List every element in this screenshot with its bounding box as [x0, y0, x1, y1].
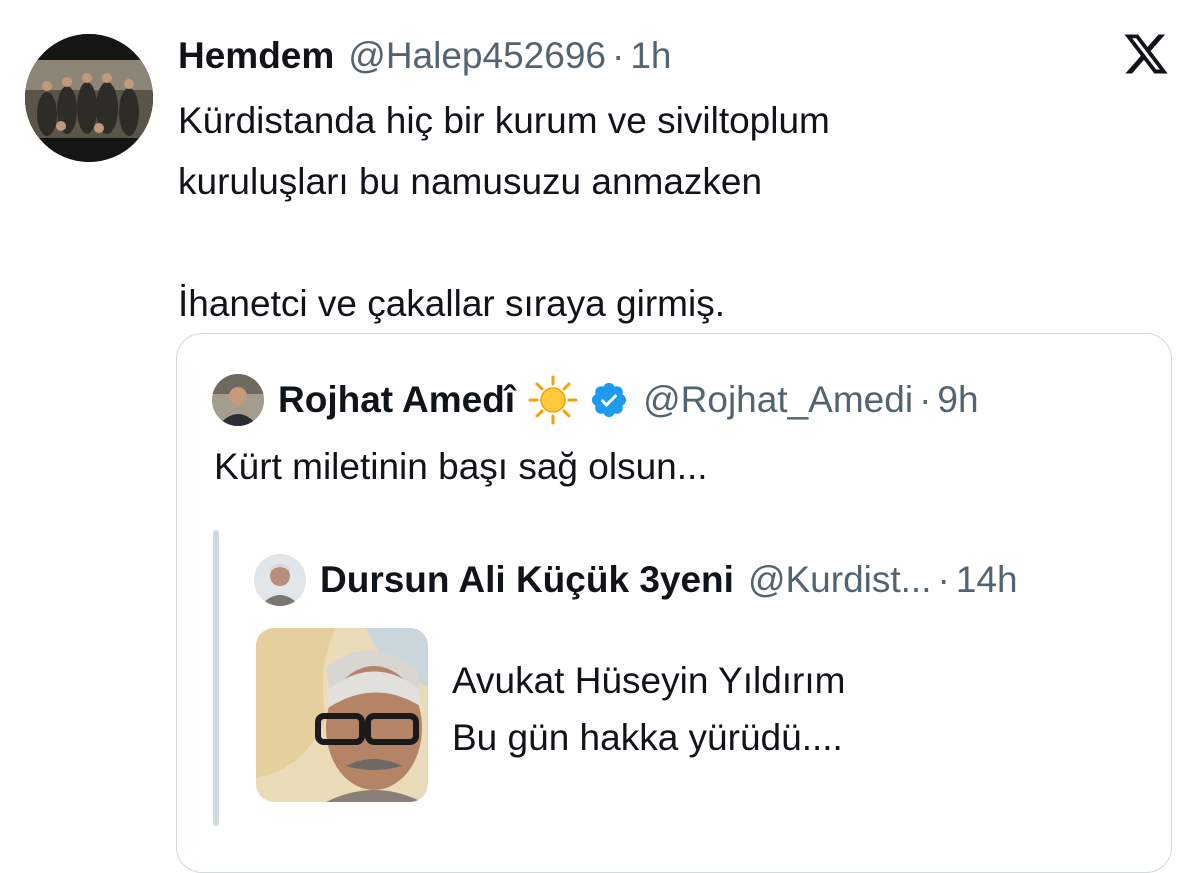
separator-dot: ·	[919, 379, 932, 420]
tweet-time[interactable]: 1h	[630, 35, 671, 77]
verified-badge-icon	[592, 382, 627, 418]
author-name[interactable]: Hemdem	[178, 35, 334, 77]
tweet-text-line	[178, 212, 1138, 273]
person-photo-image	[212, 374, 264, 426]
group-photo-image	[25, 34, 153, 162]
sun-emoji-icon	[528, 375, 578, 425]
quoted-author-name[interactable]: Rojhat Amedî	[278, 379, 515, 421]
tweet-text-line: İhanetci ve çakallar sıraya girmiş.	[178, 283, 725, 324]
person-photo-image	[254, 554, 306, 606]
quoted-tweet-header: Rojhat Amedî @Rojhat_Amedi · 9h	[212, 372, 979, 428]
tweet-text-line: Kürdistanda hiç bir kurum ve siviltoplum	[178, 100, 830, 141]
nested-text-line: Avukat Hüseyin Yıldırım	[452, 660, 846, 701]
thread-line	[213, 530, 219, 826]
quoted-author-handle[interactable]: @Rojhat_Amedi	[643, 379, 913, 421]
nested-text-line: Bu gün hakka yürüdü....	[452, 717, 843, 758]
nested-tweet-header: Dursun Ali Küçük 3yeni @Kurdist... · 14h	[254, 552, 1018, 608]
author-handle[interactable]: @Halep452696	[348, 35, 606, 77]
quoted-author-avatar[interactable]	[212, 374, 264, 426]
nested-author-avatar[interactable]	[254, 554, 306, 606]
quoted-tweet-time[interactable]: 9h	[937, 379, 978, 421]
tweet-header: Hemdem @Halep452696 · 1h	[178, 32, 671, 80]
nested-media-thumbnail[interactable]	[256, 628, 428, 802]
nested-author-handle[interactable]: @Kurdist...	[748, 559, 932, 601]
nested-tweet-time[interactable]: 14h	[956, 559, 1018, 601]
nested-author-name[interactable]: Dursun Ali Küçük 3yeni	[320, 559, 734, 601]
quoted-tweet-text: Kürt miletinin başı sağ olsun...	[214, 446, 708, 487]
portrait-photo-image	[256, 628, 428, 802]
x-logo-icon	[1124, 34, 1168, 74]
separator-dot: ·	[937, 559, 950, 600]
author-avatar[interactable]	[25, 34, 153, 162]
tweet-text-line: kuruluşları bu namusuzu anmazken	[178, 161, 763, 202]
tweet-text: Kürdistanda hiç bir kurum ve siviltoplum…	[178, 90, 1138, 334]
nested-tweet-text: Avukat Hüseyin Yıldırım Bu gün hakka yür…	[452, 652, 845, 766]
separator-dot: ·	[611, 35, 625, 76]
